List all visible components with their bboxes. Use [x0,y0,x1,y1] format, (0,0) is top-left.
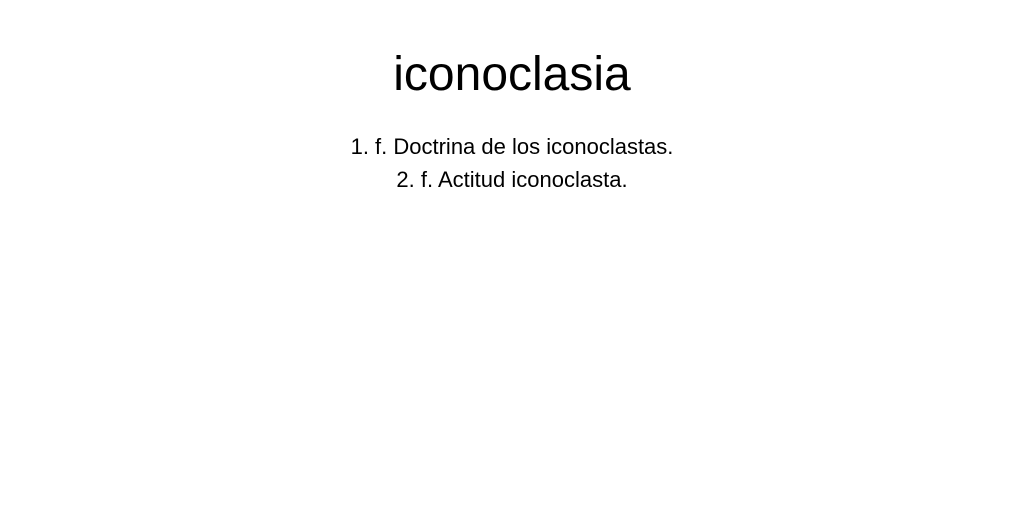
definition-item: 2. f. Actitud iconoclasta. [396,167,628,192]
entry-word: iconoclasia [393,48,631,101]
definition-item: 1. f. Doctrina de los iconoclastas. [350,134,674,159]
definitions-list: 1. f. Doctrina de los iconoclastas. 2. f… [0,130,1024,196]
